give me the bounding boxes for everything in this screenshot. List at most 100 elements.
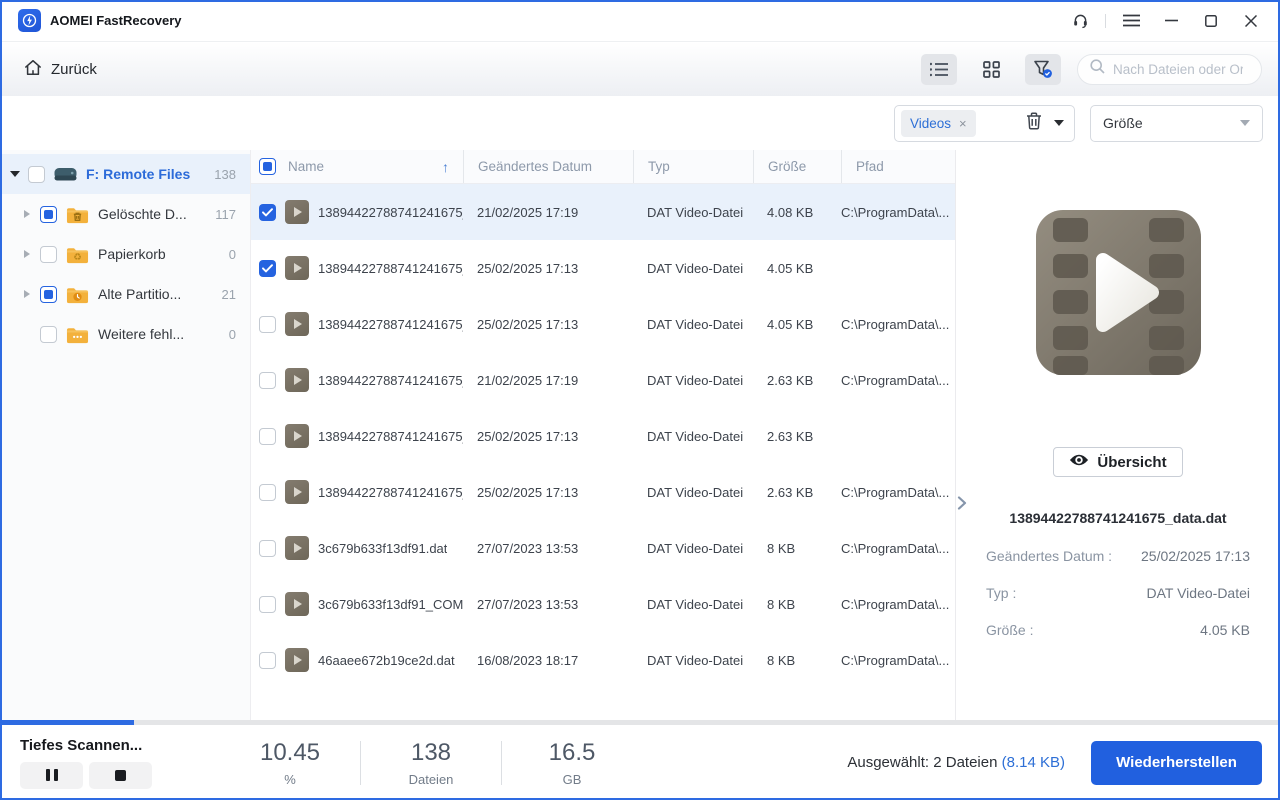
row-checkbox[interactable] xyxy=(259,315,276,333)
header-cell-date[interactable]: Geändertes Datum xyxy=(463,150,633,183)
chevron-right-icon[interactable] xyxy=(20,210,34,218)
scan-progress-fill xyxy=(0,720,134,725)
header-cell-path[interactable]: Pfad xyxy=(841,150,955,183)
filter-button[interactable] xyxy=(1025,53,1061,85)
sidebar-checkbox[interactable] xyxy=(28,165,45,183)
table-row-5[interactable]: 13894422788741241675_tri... 25/02/2025 17… xyxy=(251,464,955,520)
table-row-0[interactable]: 13894422788741241675_d... 21/02/2025 17:1… xyxy=(251,184,955,240)
pause-icon xyxy=(53,769,58,781)
titlebar-separator xyxy=(1105,13,1106,28)
cell-date: 16/08/2023 18:17 xyxy=(477,652,579,668)
cell-type: DAT Video-Datei xyxy=(647,484,744,500)
sidebar-checkbox[interactable] xyxy=(40,325,57,343)
filter-type-dropdown[interactable]: Videos × xyxy=(894,104,1075,142)
filter-tag-remove-icon[interactable]: × xyxy=(959,116,967,131)
row-checkbox[interactable] xyxy=(259,371,276,389)
drive-icon xyxy=(54,167,77,182)
header-cell-type[interactable]: Typ xyxy=(633,150,753,183)
stat-size-value: 16.5 xyxy=(548,738,596,766)
table-row-3[interactable]: 13894422788741241675_tri... 21/02/2025 17… xyxy=(251,352,955,408)
detail-label: Geändertes Datum : xyxy=(986,548,1113,564)
select-all-checkbox[interactable] xyxy=(259,158,276,175)
sidebar-item-label: Gelöschte D... xyxy=(98,206,187,222)
row-checkbox[interactable] xyxy=(259,651,276,669)
table-row-6[interactable]: 3c679b633f13df91.dat 27/07/2023 13:53 DAT … xyxy=(251,520,955,576)
clear-filters-trash-icon[interactable] xyxy=(1026,111,1042,135)
file-name: 3c679b633f13df91.dat xyxy=(318,540,448,556)
cell-type: DAT Video-Datei xyxy=(647,540,744,556)
filter-caret-down-icon[interactable] xyxy=(1054,120,1064,126)
chevron-down-icon[interactable] xyxy=(8,171,22,177)
back-button[interactable]: Zurück xyxy=(24,59,97,80)
status-bar: Tiefes Scannen... 10.45 % 138 Dateien 16… xyxy=(0,725,1280,800)
search-box[interactable] xyxy=(1077,53,1262,85)
row-checkbox[interactable] xyxy=(259,595,276,613)
chevron-right-icon[interactable] xyxy=(20,250,34,258)
header-cell-size[interactable]: Größe xyxy=(753,150,841,183)
table-row-4[interactable]: 13894422788741241675_tri... 25/02/2025 17… xyxy=(251,408,955,464)
support-headset-icon[interactable] xyxy=(1065,7,1095,35)
row-checkbox[interactable] xyxy=(259,259,276,277)
file-name: 13894422788741241675_tri... xyxy=(318,484,463,500)
triangle-right xyxy=(24,290,30,298)
cell-name: 3c679b633f13df91_COM1... xyxy=(251,592,463,616)
video-thumbnail-icon xyxy=(285,368,309,392)
recover-button[interactable]: Wiederherstellen xyxy=(1091,740,1262,785)
table-row-8[interactable]: 46aaee672b19ce2d.dat 16/08/2023 18:17 DAT … xyxy=(251,632,955,688)
sidebar-item-0[interactable]: F: Remote Files 138 xyxy=(0,154,250,194)
sidebar-item-count: 0 xyxy=(228,246,236,262)
sort-by-dropdown[interactable]: Größe xyxy=(1090,104,1263,142)
cell-size: 2.63 KB xyxy=(767,372,814,388)
table-row-1[interactable]: 13894422788741241675_d... 25/02/2025 17:1… xyxy=(251,240,955,296)
row-checkbox[interactable] xyxy=(259,483,276,501)
table-row-7[interactable]: 3c679b633f13df91_COM1... 27/07/2023 13:53… xyxy=(251,576,955,632)
sidebar-item-label: F: Remote Files xyxy=(86,166,191,182)
sidebar-item-3[interactable]: Alte Partitio... 21 xyxy=(0,274,250,314)
triangle-right xyxy=(24,210,30,218)
cell-size: 8 KB xyxy=(767,540,796,556)
sidebar-item-1[interactable]: Gelöschte D... 117 xyxy=(0,194,250,234)
cell-name: 13894422788741241675_tri... xyxy=(251,480,463,504)
video-thumbnail-icon xyxy=(285,480,309,504)
cell-path: C:\ProgramData\... xyxy=(841,316,950,332)
filter-tag-videos[interactable]: Videos × xyxy=(901,109,976,137)
row-checkbox[interactable] xyxy=(259,203,276,221)
cell-path: C:\ProgramData\... xyxy=(841,596,950,612)
sort-ascending-icon[interactable]: ↑ xyxy=(442,159,449,175)
cell-path: C:\ProgramData\... xyxy=(841,652,950,668)
cell-name: 13894422788741241675_d... xyxy=(251,312,463,336)
list-view-button[interactable] xyxy=(921,53,957,85)
menu-hamburger-icon[interactable] xyxy=(1116,7,1146,35)
cell-name: 13894422788741241675_d... xyxy=(251,256,463,280)
sidebar-item-4[interactable]: Weitere fehl... 0 xyxy=(0,314,250,354)
table-row-2[interactable]: 13894422788741241675_d... 25/02/2025 17:1… xyxy=(251,296,955,352)
cell-size: 4.08 KB xyxy=(767,204,814,220)
search-input[interactable] xyxy=(1113,61,1243,77)
close-button[interactable] xyxy=(1236,7,1266,35)
maximize-button[interactable] xyxy=(1196,7,1226,35)
stat-percent: 10.45 % xyxy=(220,739,360,787)
cell-path: C:\ProgramData\... xyxy=(841,372,950,388)
chevron-right-icon[interactable] xyxy=(20,290,34,298)
overview-button[interactable]: Übersicht xyxy=(1053,447,1183,477)
cell-date: 25/02/2025 17:13 xyxy=(477,260,579,276)
sidebar-item-2[interactable]: ♻ Papierkorb 0 xyxy=(0,234,250,274)
sidebar-checkbox[interactable] xyxy=(40,205,57,223)
video-thumbnail-icon xyxy=(285,424,309,448)
cell-name: 3c679b633f13df91.dat xyxy=(251,536,463,560)
video-thumbnail-icon xyxy=(285,200,309,224)
header-cell-name[interactable]: Name ↑ xyxy=(251,150,463,183)
grid-view-button[interactable] xyxy=(973,54,1009,85)
stop-scan-button[interactable] xyxy=(89,761,152,789)
row-checkbox[interactable] xyxy=(259,427,276,445)
folder-trash-icon xyxy=(66,205,89,224)
cell-date: 27/07/2023 13:53 xyxy=(477,540,579,556)
cell-type: DAT Video-Datei xyxy=(647,372,744,388)
sidebar-checkbox[interactable] xyxy=(40,245,57,263)
detail-row-size: Größe : 4.05 KB xyxy=(986,622,1250,638)
sidebar-checkbox[interactable] xyxy=(40,285,57,303)
minimize-button[interactable] xyxy=(1156,7,1186,35)
row-checkbox[interactable] xyxy=(259,539,276,557)
stat-files: 138 Dateien xyxy=(361,739,501,787)
pause-scan-button[interactable] xyxy=(20,761,83,789)
